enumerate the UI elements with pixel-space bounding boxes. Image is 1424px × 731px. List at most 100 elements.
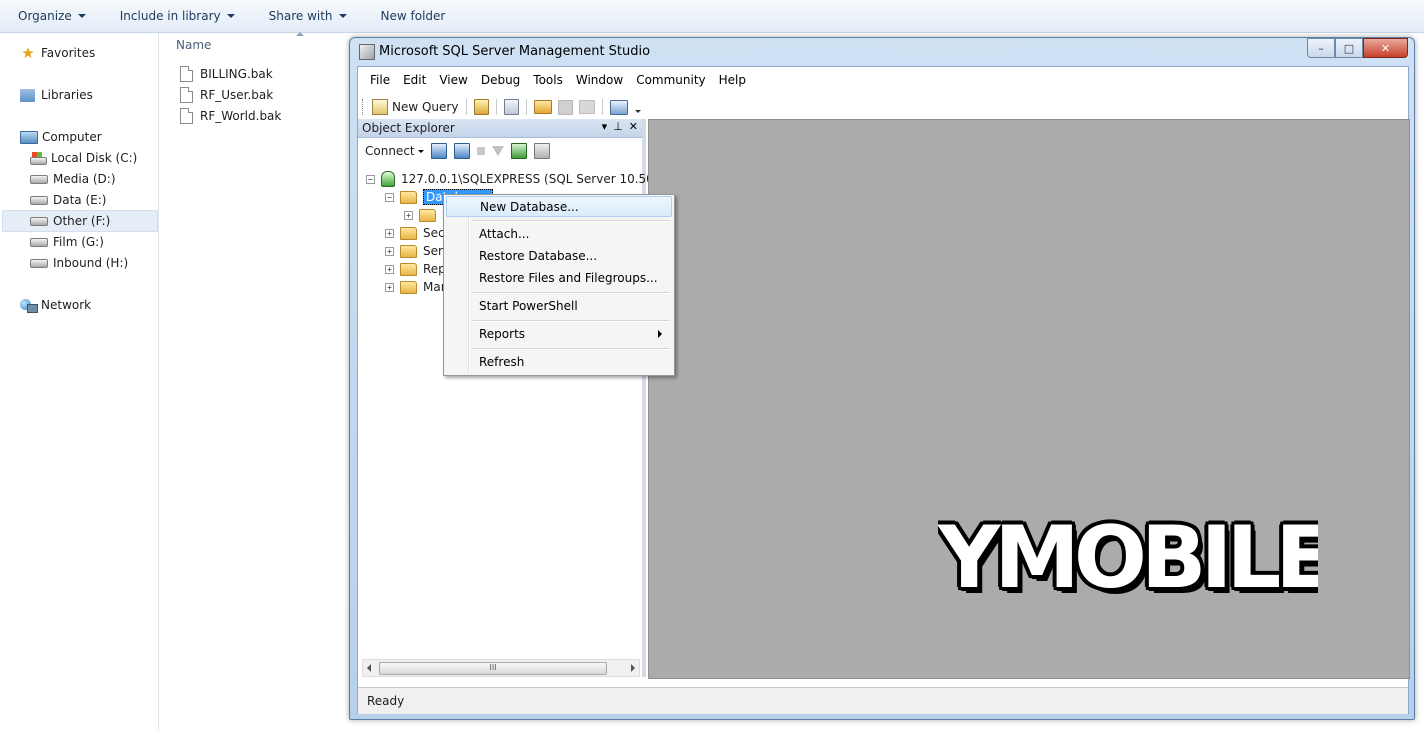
menu-item-restore-database[interactable]: Restore Database... — [446, 246, 670, 266]
new-query-button[interactable]: New Query — [368, 99, 462, 115]
include-in-library-button[interactable]: Include in library — [102, 0, 251, 32]
close-button[interactable]: ✕ — [1363, 38, 1408, 58]
menu-item-restore-files[interactable]: Restore Files and Filegroups... — [446, 268, 670, 288]
tree-node-management[interactable]: + Man — [385, 278, 448, 296]
toolbar-separator — [526, 99, 528, 115]
disconnect-icon[interactable] — [453, 143, 470, 159]
drive-icon — [30, 195, 48, 205]
nav-drive-h-label: Inbound (H:) — [53, 256, 129, 270]
menu-item-refresh[interactable]: Refresh — [446, 352, 670, 372]
expand-icon[interactable]: + — [385, 264, 394, 274]
file-icon — [180, 108, 193, 124]
navigation-pane: ★ Favorites Libraries Computer Local Disk… — [0, 33, 159, 731]
save-icon[interactable] — [558, 99, 574, 115]
stop-icon[interactable] — [476, 147, 485, 155]
chevron-down-icon — [226, 14, 235, 18]
pin-icon[interactable]: ⊥ — [613, 120, 623, 133]
nav-drive-c-label: Local Disk (C:) — [51, 151, 138, 165]
close-icon[interactable]: ✕ — [629, 120, 638, 133]
nav-network[interactable]: Network — [20, 295, 91, 315]
connect-label: Connect — [365, 144, 415, 158]
new-folder-label: New folder — [380, 9, 446, 23]
toolbar-separator — [496, 99, 498, 115]
expand-icon[interactable]: + — [385, 282, 394, 292]
summary-icon[interactable] — [533, 143, 550, 159]
connect-button[interactable]: Connect — [365, 144, 424, 158]
scroll-left-icon[interactable] — [367, 664, 371, 672]
print-icon[interactable] — [579, 100, 596, 114]
nav-drive-d[interactable]: Media (D:) — [30, 169, 116, 189]
nav-drive-f-label: Other (F:) — [53, 214, 111, 228]
menu-file[interactable]: File — [364, 73, 396, 87]
minimize-button[interactable]: – — [1307, 38, 1335, 58]
window-title: Microsoft SQL Server Management Studio — [379, 44, 651, 59]
nav-drive-h[interactable]: Inbound (H:) — [30, 253, 128, 273]
library-icon — [20, 88, 35, 102]
nav-favorites-label: Favorites — [41, 46, 96, 60]
organize-button[interactable]: Organize — [0, 0, 102, 32]
menu-item-attach[interactable]: Attach... — [446, 224, 670, 244]
collapse-icon[interactable]: − — [366, 174, 375, 184]
menu-item-new-database[interactable]: New Database... — [446, 196, 672, 217]
file-icon — [180, 66, 193, 82]
tree-node-label: 127.0.0.1\SQLEXPRESS (SQL Server 10.50.1… — [401, 172, 689, 186]
maximize-button[interactable]: □ — [1335, 38, 1363, 58]
menu-item-reports[interactable]: Reports — [446, 324, 670, 344]
menu-debug[interactable]: Debug — [475, 73, 526, 87]
menu-community[interactable]: Community — [630, 73, 711, 87]
file-item[interactable]: BILLING.bak — [180, 64, 273, 84]
share-with-button[interactable]: Share with — [251, 0, 363, 32]
context-menu: New Database... Attach... Restore Databa… — [443, 194, 675, 376]
tree-node-server-objects[interactable]: + Serv — [385, 242, 450, 260]
database-engine-query-icon[interactable] — [474, 99, 490, 115]
scroll-right-icon[interactable] — [631, 664, 635, 672]
menu-item-label: New Database... — [480, 199, 579, 214]
nav-libraries[interactable]: Libraries — [20, 85, 93, 105]
dropdown-icon[interactable]: ▾ — [602, 120, 608, 133]
nav-favorites[interactable]: ★ Favorites — [20, 43, 95, 63]
expand-icon[interactable]: + — [385, 246, 394, 256]
scroll-thumb[interactable]: III — [379, 662, 607, 675]
connect-object-explorer-icon[interactable] — [430, 143, 447, 159]
tree-node-replication[interactable]: + Repl — [385, 260, 449, 278]
nav-drive-g-label: Film (G:) — [53, 235, 104, 249]
menu-item-label: Start PowerShell — [479, 299, 578, 313]
nav-libraries-label: Libraries — [41, 88, 93, 102]
menu-edit[interactable]: Edit — [397, 73, 432, 87]
drive-icon — [30, 258, 48, 268]
column-header-name[interactable]: Name — [176, 38, 211, 52]
open-folder-icon[interactable] — [534, 100, 553, 114]
toolbar-overflow-icon[interactable] — [635, 109, 642, 113]
nav-drive-g[interactable]: Film (G:) — [30, 232, 104, 252]
tree-node-server[interactable]: − 127.0.0.1\SQLEXPRESS (SQL Server 10.50.… — [366, 170, 688, 188]
nav-network-label: Network — [41, 298, 92, 312]
menu-window[interactable]: Window — [570, 73, 629, 87]
status-bar: Ready — [358, 687, 1408, 714]
nav-drive-c[interactable]: Local Disk (C:) — [30, 148, 137, 168]
toolbar-separator — [466, 99, 468, 115]
file-item[interactable]: RF_User.bak — [180, 85, 273, 105]
toolbar-grip[interactable] — [362, 99, 366, 115]
horizontal-scrollbar[interactable]: III — [362, 659, 640, 677]
chevron-down-icon — [338, 14, 347, 18]
new-folder-button[interactable]: New folder — [363, 0, 462, 32]
refresh-icon[interactable] — [510, 143, 527, 159]
menu-help[interactable]: Help — [713, 73, 752, 87]
network-icon — [20, 298, 38, 313]
menu-view[interactable]: View — [433, 73, 473, 87]
expand-icon[interactable]: + — [385, 228, 394, 238]
collapse-icon[interactable]: − — [385, 192, 394, 202]
menu-tools[interactable]: Tools — [527, 73, 569, 87]
menu-item-start-powershell[interactable]: Start PowerShell — [446, 296, 670, 316]
computer-icon — [20, 130, 38, 144]
file-item[interactable]: RF_World.bak — [180, 106, 281, 126]
object-explorer-title: Object Explorer — [362, 121, 455, 135]
filter-icon[interactable] — [491, 146, 504, 156]
new-file-icon[interactable] — [504, 99, 520, 115]
nav-computer[interactable]: Computer — [20, 127, 102, 147]
nav-drive-e[interactable]: Data (E:) — [30, 190, 106, 210]
activity-monitor-icon[interactable] — [610, 99, 629, 115]
nav-drive-f[interactable]: Other (F:) — [2, 210, 158, 232]
folder-icon — [400, 280, 417, 294]
expand-icon[interactable]: + — [404, 210, 413, 220]
